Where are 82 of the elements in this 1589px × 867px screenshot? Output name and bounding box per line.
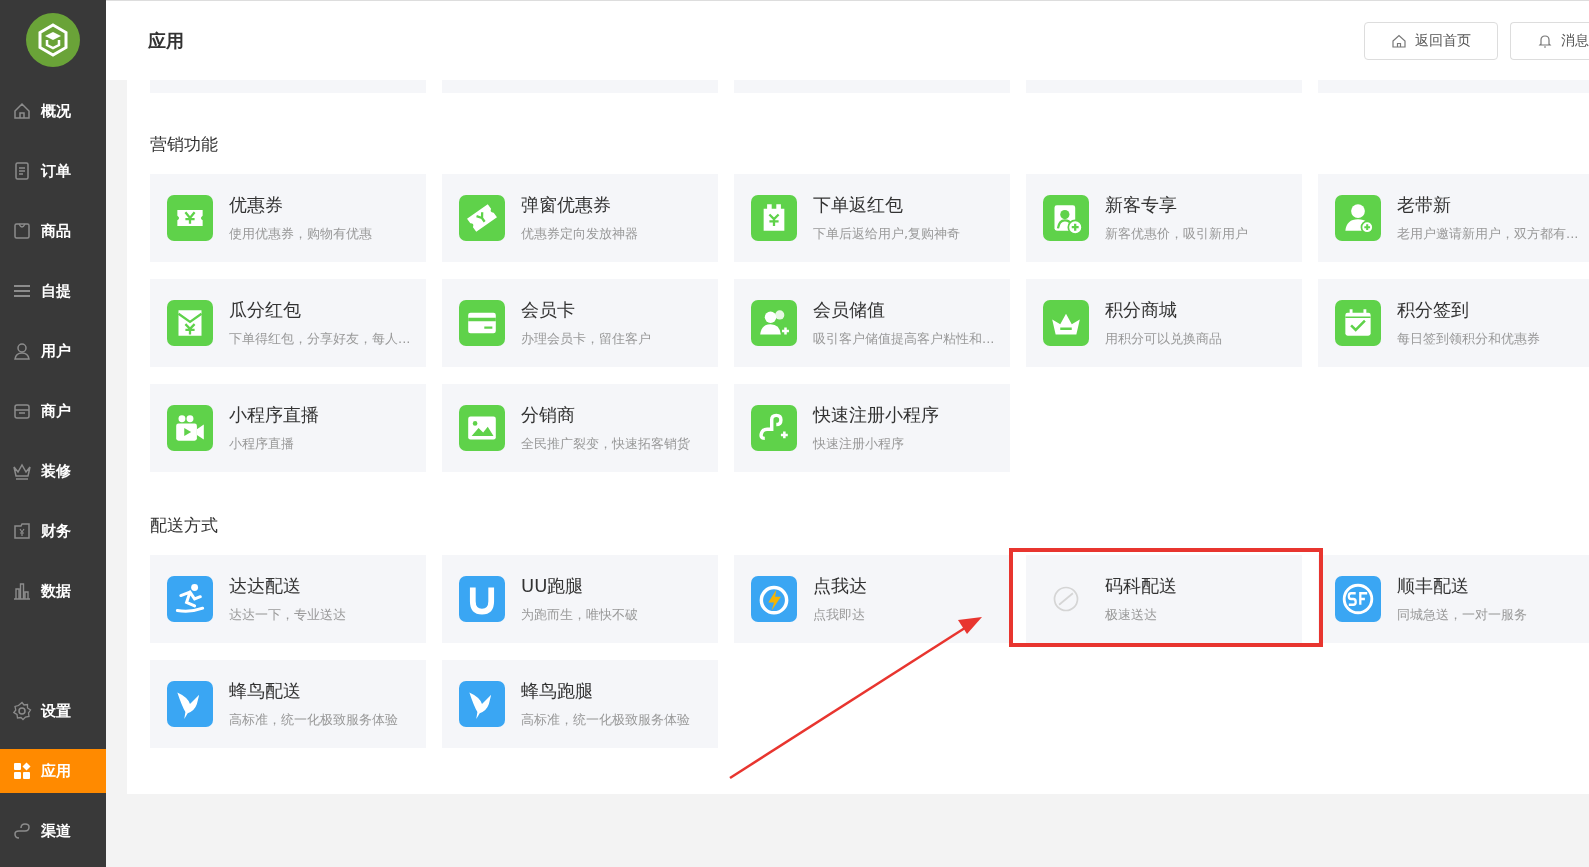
grid-icon xyxy=(12,761,32,781)
app-card[interactable]: 快速注册小程序 快速注册小程序 xyxy=(734,384,1010,472)
app-description: 全民推广裂变，快速拓客销货 xyxy=(521,435,690,453)
app-description: 使用优惠券，购物有优惠 xyxy=(229,225,372,243)
app-card[interactable]: 分销商 全民推广裂变，快速拓客销货 xyxy=(442,384,718,472)
logo-icon xyxy=(26,13,80,67)
sidebar-item[interactable]: 用户 xyxy=(0,321,106,381)
sidebar-item[interactable]: 渠道 xyxy=(0,801,106,861)
section-title: 营销功能 xyxy=(150,133,219,156)
app-card[interactable]: 瓜分红包 下单得红包，分享好友，每人... xyxy=(150,279,426,367)
app-description: 快速注册小程序 xyxy=(813,435,905,453)
sidebar-item[interactable]: 装修 xyxy=(0,441,106,501)
app-card[interactable]: 优惠券 使用优惠券，购物有优惠 xyxy=(150,174,426,262)
app-description: 下单后返给用户,复购神奇 xyxy=(813,225,961,243)
app-card[interactable]: 积分签到 每日签到领积分和优惠券 xyxy=(1318,279,1589,367)
app-name: 小程序直播 xyxy=(229,403,319,427)
page-title: 应用 xyxy=(148,28,185,53)
app-name: 优惠券 xyxy=(229,193,284,217)
app-description: 办理会员卡，留住客户 xyxy=(521,330,651,348)
app-card[interactable]: 小程序直播 小程序直播 xyxy=(150,384,426,472)
person-icon xyxy=(12,341,32,361)
app-description: 小程序直播 xyxy=(229,435,295,453)
app-name: 积分商城 xyxy=(1105,298,1178,322)
document-icon xyxy=(12,161,32,181)
home-icon xyxy=(1391,32,1407,49)
app-name: 分销商 xyxy=(521,403,576,427)
app-card[interactable]: 下单返红包 下单后返给用户,复购神奇 xyxy=(734,174,1010,262)
sidebar-item[interactable]: 财务 xyxy=(0,501,106,561)
app-card[interactable]: 新客专享 新客优惠价，吸引新用户 xyxy=(1026,174,1302,262)
app-description: 为跑而生，唯快不破 xyxy=(521,606,638,624)
app-name: 达达配送 xyxy=(229,574,302,598)
app-name: 会员卡 xyxy=(521,298,576,322)
app-name: 蜂鸟配送 xyxy=(229,679,302,703)
app-description: 极速送达 xyxy=(1105,606,1158,624)
app-card[interactable]: 弹窗优惠券 优惠券定向发放神器 xyxy=(442,174,718,262)
app-description: 每日签到领积分和优惠券 xyxy=(1397,330,1540,348)
app-name: UU跑腿 xyxy=(521,574,585,598)
sidebar-item[interactable]: 商品 xyxy=(0,201,106,261)
home-button[interactable]: 返回首页 xyxy=(1364,21,1498,60)
app-name: 瓜分红包 xyxy=(229,298,302,322)
app-name: 蜂鸟跑腿 xyxy=(521,679,594,703)
app-description: 老用户邀请新用户，双方都有... xyxy=(1397,225,1579,243)
app-card[interactable]: 积分商城 用积分可以兑换商品 xyxy=(1026,279,1302,367)
store-icon xyxy=(12,401,32,421)
crown-icon xyxy=(12,461,32,481)
app-description: 新客优惠价，吸引新用户 xyxy=(1105,225,1248,243)
sidebar-item[interactable]: 概况 xyxy=(0,81,106,141)
sidebar-item[interactable]: 数据 xyxy=(0,561,106,621)
app-card[interactable]: 会员储值 吸引客户储值提高客户粘性和... xyxy=(734,279,1010,367)
app-name: 老带新 xyxy=(1397,193,1452,217)
wallet-icon xyxy=(12,521,32,541)
app-description: 优惠券定向发放神器 xyxy=(521,225,638,243)
app-card[interactable]: 会员卡 办理会员卡，留住客户 xyxy=(442,279,718,367)
bag-icon xyxy=(12,221,32,241)
app-name: 快速注册小程序 xyxy=(813,403,939,427)
app-card[interactable]: 老带新 老用户邀请新用户，双方都有... xyxy=(1318,174,1589,262)
section-title: 配送方式 xyxy=(150,514,219,537)
app-description: 下单得红包，分享好友，每人... xyxy=(229,330,411,348)
app-card[interactable]: 码科配送 极速送达 xyxy=(1026,555,1302,643)
sidebar-item[interactable]: 商户 xyxy=(0,381,106,441)
sidebar-item[interactable]: 自提 xyxy=(0,261,106,321)
app-name: 顺丰配送 xyxy=(1397,574,1470,598)
app-card[interactable]: UU跑腿 为跑而生，唯快不破 xyxy=(442,555,718,643)
app-name: 积分签到 xyxy=(1397,298,1470,322)
app-card[interactable]: 点我达 点我即达 xyxy=(734,555,1010,643)
bar-chart-icon xyxy=(12,581,32,601)
app-description: 用积分可以兑换商品 xyxy=(1105,330,1222,348)
sidebar-item[interactable]: 订单 xyxy=(0,141,106,201)
app-name: 点我达 xyxy=(813,574,867,598)
sidebar-item[interactable]: 设置 xyxy=(0,681,106,741)
app-description: 吸引客户储值提高客户粘性和... xyxy=(813,330,995,348)
messages-button[interactable]: 消息 xyxy=(1510,21,1589,60)
app-name: 下单返红包 xyxy=(813,193,904,217)
app-description: 点我即达 xyxy=(813,606,866,624)
home-icon xyxy=(12,101,32,121)
app-name: 新客专享 xyxy=(1105,193,1178,217)
app-name: 会员储值 xyxy=(813,298,886,322)
bell-icon xyxy=(1537,32,1553,49)
settings-icon xyxy=(12,701,32,721)
app-name: 弹窗优惠券 xyxy=(521,193,612,217)
link-icon xyxy=(12,821,32,841)
app-name: 码科配送 xyxy=(1105,574,1177,598)
